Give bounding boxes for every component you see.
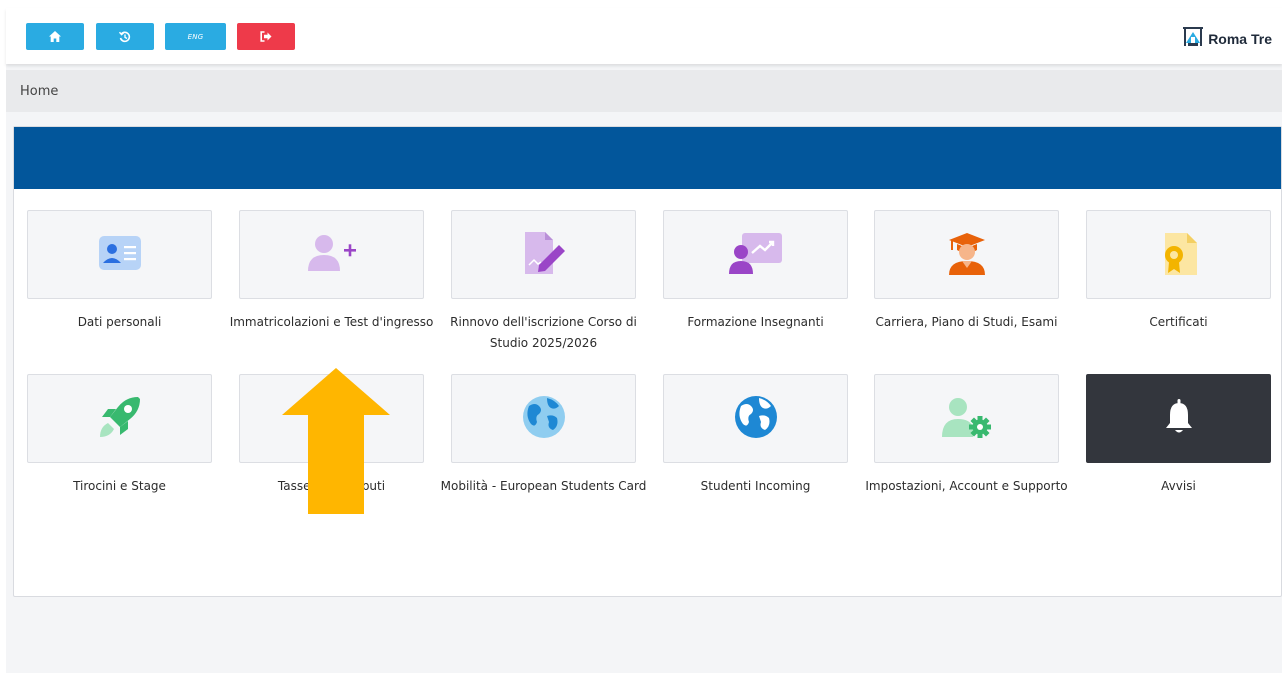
tile-label: Avvisi	[1161, 479, 1196, 493]
tile-label: Formazione Insegnanti	[687, 315, 824, 329]
page: ENG Roma Tre Home Dati personali Immatri…	[6, 8, 1282, 673]
tile-label: Carriera, Piano di Studi, Esami	[875, 315, 1058, 329]
home-button[interactable]	[26, 23, 84, 50]
history-button[interactable]	[96, 23, 154, 50]
logout-button[interactable]	[237, 23, 295, 50]
breadcrumb-home[interactable]: Home	[20, 84, 58, 99]
tile-label: Mobilità - European Students Card	[440, 479, 647, 493]
tile-box[interactable]	[874, 374, 1059, 463]
university-logo[interactable]: Roma Tre	[1183, 27, 1272, 50]
logo-text: Roma Tre	[1208, 30, 1272, 47]
history-icon	[119, 31, 131, 43]
roma-tre-logo-icon	[1183, 27, 1204, 50]
services-panel: Dati personali Immatricolazioni e Test d…	[13, 126, 1282, 597]
tile-box[interactable]	[451, 374, 636, 463]
tile-box[interactable]	[663, 210, 848, 299]
tile-box[interactable]	[27, 374, 212, 463]
breadcrumb: Home	[6, 70, 1282, 112]
panel-header	[14, 127, 1281, 189]
tile-label: Impostazioni, Account e Supporto	[865, 479, 1068, 493]
tile-box[interactable]	[1086, 374, 1271, 463]
document-edit-icon	[519, 229, 569, 281]
home-icon	[49, 31, 61, 42]
tile-box[interactable]	[1086, 210, 1271, 299]
tile-box[interactable]	[663, 374, 848, 463]
rocket-icon	[96, 393, 144, 445]
tile-label: Immatricolazioni e Test d'ingresso	[229, 315, 434, 329]
tile-box[interactable]	[239, 210, 424, 299]
bell-icon	[1165, 398, 1193, 439]
tile-box[interactable]	[27, 210, 212, 299]
tile-box[interactable]	[451, 210, 636, 299]
user-settings-icon	[940, 395, 994, 443]
arrow-up-icon	[282, 368, 390, 514]
language-button[interactable]: ENG	[165, 23, 226, 50]
logout-icon	[260, 31, 272, 42]
tile-label: Dati personali	[77, 315, 162, 329]
tile-label: Certificati	[1149, 315, 1208, 329]
tile-box[interactable]	[874, 210, 1059, 299]
globe-icon	[521, 394, 567, 444]
language-label: ENG	[187, 32, 204, 41]
top-bar: ENG Roma Tre	[6, 8, 1282, 64]
teacher-presentation-icon	[728, 231, 784, 279]
tile-label: Studenti Incoming	[700, 479, 811, 493]
graduate-icon	[945, 230, 989, 280]
tile-label: Tirocini e Stage	[73, 479, 166, 493]
tile-label: Rinnovo dell'iscrizione Corso di Studio …	[450, 315, 637, 350]
certificate-icon	[1157, 230, 1201, 280]
globe-icon	[733, 394, 779, 444]
id-card-icon	[96, 233, 144, 277]
add-user-icon	[304, 231, 360, 279]
